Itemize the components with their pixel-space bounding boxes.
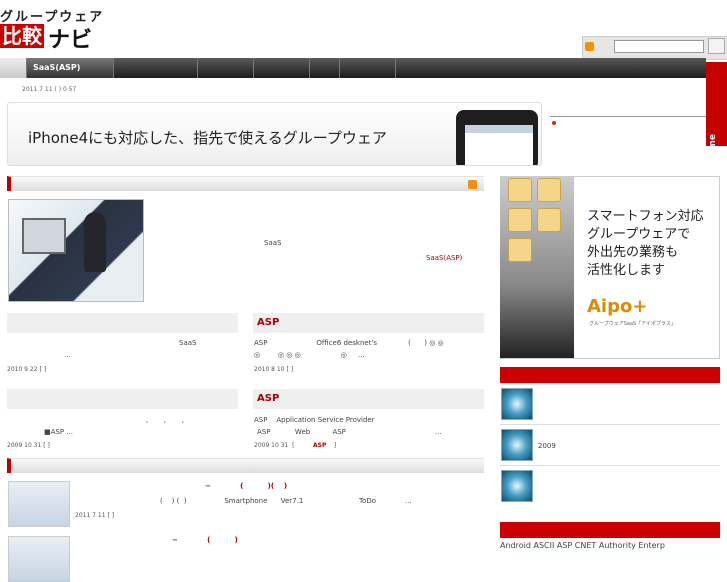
article-body-more: ■ASP ... xyxy=(44,428,73,436)
nav-tab-6[interactable] xyxy=(339,58,395,78)
section-header-featured xyxy=(7,176,484,191)
article-body-more: ... xyxy=(64,351,71,359)
search-input[interactable] xyxy=(614,40,704,53)
nav-tab-saas[interactable]: SaaS(ASP) xyxy=(26,58,113,78)
article-body: ASP Application Service Provider xyxy=(254,416,375,424)
promo-banner[interactable]: iPhone4にも対応した、指先で使えるグループウェア xyxy=(7,102,542,166)
list-date: 2011 7 11 [ ] xyxy=(75,512,115,519)
nav-home-tab[interactable] xyxy=(0,58,26,78)
article-header[interactable] xyxy=(7,313,238,333)
search-button[interactable] xyxy=(708,38,725,54)
sidebar-header xyxy=(500,522,720,538)
list-title[interactable]: − ( ) xyxy=(172,536,238,544)
sidebar-thumbnail[interactable] xyxy=(501,388,533,420)
article-header[interactable]: ASP xyxy=(253,313,484,333)
app-tile-icon xyxy=(508,238,532,262)
sidebar-header xyxy=(500,367,720,383)
article-body: SaaS xyxy=(179,339,197,347)
app-tile-icon xyxy=(508,208,532,232)
article-header[interactable] xyxy=(7,389,238,409)
rss-icon[interactable] xyxy=(468,180,477,189)
ad-line: 活性化します xyxy=(587,263,666,278)
article-date: 2010 8 10 [ ] xyxy=(254,366,294,373)
update-date: 2011 7 11 ( ) 0 57 xyxy=(22,86,77,93)
article-date: 2010 9 22 [ ] xyxy=(7,366,47,373)
app-tile-icon xyxy=(508,178,532,202)
ad-line: 外出先の業務も xyxy=(587,245,679,260)
app-tile-icon xyxy=(537,208,561,232)
app-tile-icon xyxy=(537,178,561,202)
article-header[interactable]: ASP xyxy=(253,389,484,409)
sidebar-thumbnail[interactable] xyxy=(501,470,533,502)
article-date: 2009 10 31 [ xyxy=(254,442,295,449)
phone-status-bar xyxy=(465,125,533,133)
divider xyxy=(550,116,706,117)
aipo-tagline: グループウェアSaaS「アイポプラス」 xyxy=(589,321,676,327)
nav-tab-4[interactable] xyxy=(253,58,309,78)
ad-phone-image xyxy=(500,177,574,358)
article-heading: ASP xyxy=(257,393,280,404)
logo-mark[interactable]: 比較 xyxy=(0,24,44,48)
section-header-list xyxy=(7,458,484,473)
list-thumbnail[interactable] xyxy=(8,536,70,582)
monitor-shape xyxy=(22,218,66,254)
tag-cloud[interactable]: Android ASCII ASP CNET Authority Enterp xyxy=(500,541,665,550)
divider xyxy=(500,465,720,466)
aipo-logo: Aipo+ xyxy=(587,296,648,317)
sidebar-item-label[interactable]: 2009 xyxy=(538,442,556,450)
featured-link[interactable]: SaaS(ASP) xyxy=(426,254,462,262)
list-title[interactable]: − ( )( ) xyxy=(205,482,287,490)
nav-tab-3[interactable] xyxy=(197,58,253,78)
nav-tab-7[interactable] xyxy=(395,58,706,78)
banner-text: iPhone4にも対応した、指先で使えるグループウェア xyxy=(28,129,387,147)
list-meta: ( ) ( ) Smartphone Ver7.1 ToDo ... xyxy=(160,497,412,505)
article-body: , , , xyxy=(146,416,184,424)
ad-copy: スマートフォン対応 グループウェアで 外出先の業務も 活性化します xyxy=(587,208,704,280)
nav-tab-5[interactable] xyxy=(309,58,339,78)
featured-text: SaaS xyxy=(264,239,282,247)
article-body-more: ASP Web ASP ... xyxy=(257,428,442,436)
follow-me-tab[interactable]: Follow me xyxy=(706,62,727,185)
article-body-more: ◎ ◎ ◎ ◎ ◎ ... xyxy=(254,351,365,359)
article-date-close: ] xyxy=(334,442,337,449)
article-date: 2009 10 31 [ ] xyxy=(7,442,50,449)
person-shape xyxy=(84,212,106,272)
ad-line: グループウェアで xyxy=(587,227,691,242)
logo-name[interactable]: ナビ xyxy=(48,22,92,54)
divider xyxy=(500,424,720,425)
ad-line: スマートフォン対応 xyxy=(587,209,704,224)
nav-tab-2[interactable] xyxy=(113,58,197,78)
article-tag-link[interactable]: ASP xyxy=(313,442,326,449)
article-heading: ASP xyxy=(257,317,280,328)
article-body: ASP Office6 desknet's ( ) ◎ ◎ xyxy=(254,339,444,347)
sidebar-thumbnail[interactable] xyxy=(501,429,533,461)
bullet-icon xyxy=(552,121,556,125)
list-thumbnail[interactable] xyxy=(8,481,70,527)
rss-icon[interactable] xyxy=(585,42,594,51)
